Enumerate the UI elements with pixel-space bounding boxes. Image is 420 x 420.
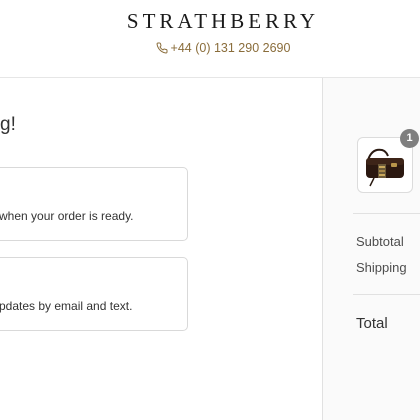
notification-option-card[interactable]: pdates by email and text. — [0, 257, 188, 331]
phone-contact[interactable]: +44 (0) 131 290 2690 — [0, 41, 420, 55]
card-description: when your order is ready. — [0, 209, 134, 223]
checkout-main — [0, 78, 322, 420]
total-label: Total — [356, 315, 388, 332]
phone-number[interactable]: +44 (0) 131 290 2690 — [171, 41, 291, 55]
brand-logo[interactable]: STRATHBERRY — [0, 9, 420, 34]
phone-icon — [156, 42, 168, 54]
card-description: pdates by email and text. — [0, 299, 133, 313]
page-heading: g! — [0, 114, 16, 135]
shipping-label: Shipping — [356, 260, 407, 275]
notification-option-card[interactable]: when your order is ready. — [0, 167, 188, 241]
quantity-badge: 1 — [400, 129, 419, 148]
site-header: STRATHBERRY +44 (0) 131 290 2690 — [0, 0, 420, 78]
order-summary-sidebar: 1 Subtotal Shipping Total — [322, 78, 420, 420]
summary-divider — [353, 213, 420, 214]
subtotal-label: Subtotal — [356, 234, 404, 249]
summary-divider — [353, 294, 420, 295]
